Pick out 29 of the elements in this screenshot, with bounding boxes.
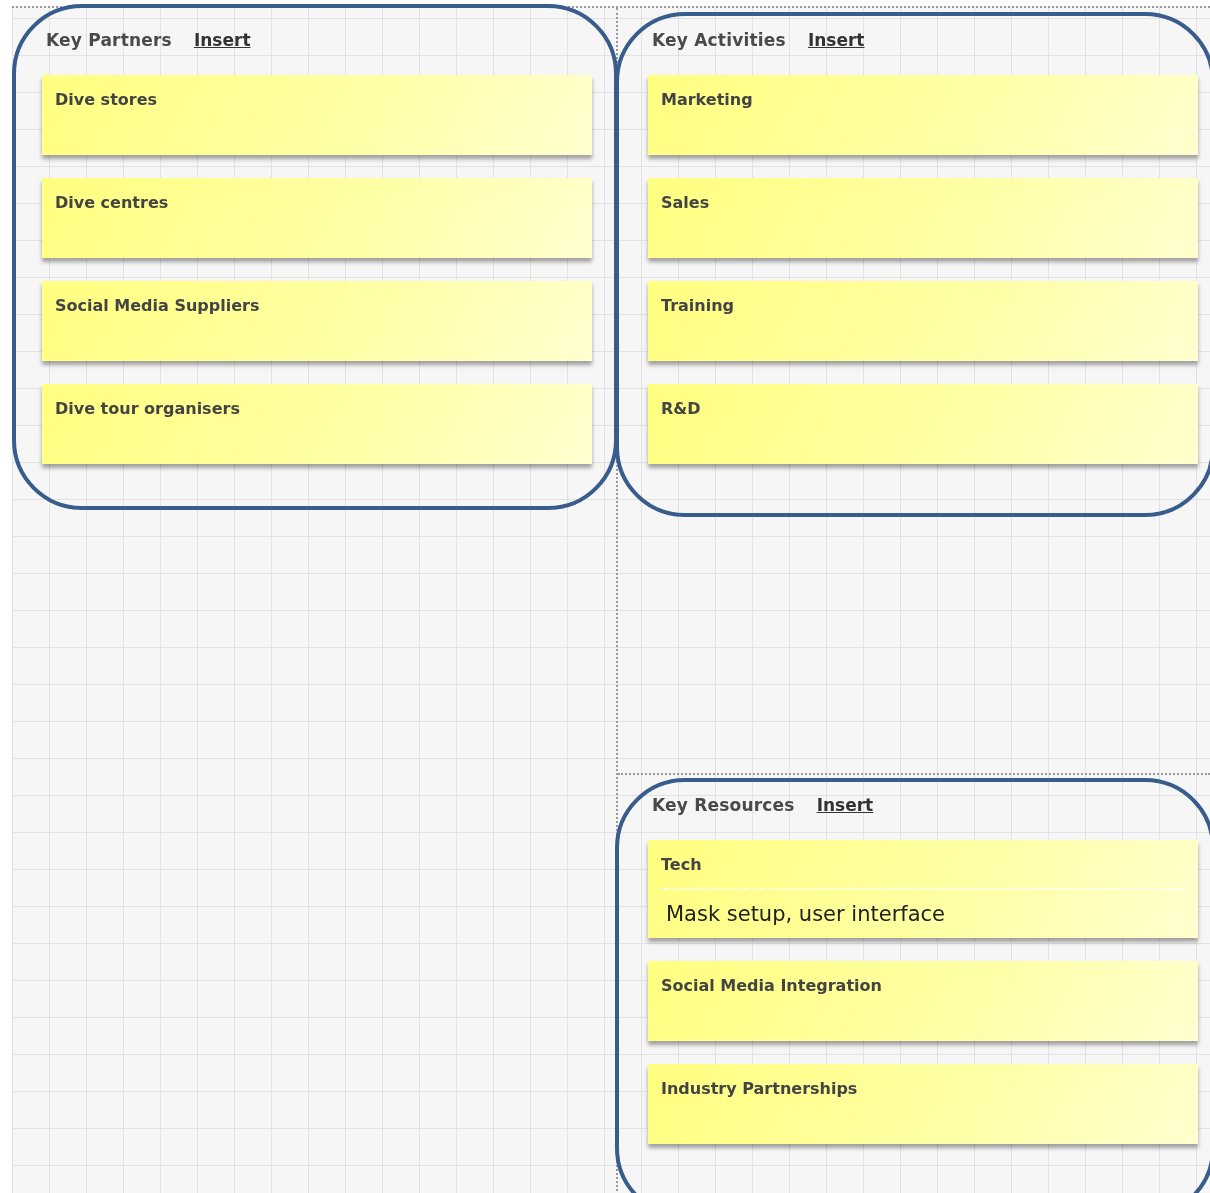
note-description: Mask setup, user interface (661, 888, 1186, 926)
note-title: Sales (661, 193, 711, 212)
note-title: Social Media Suppliers (55, 296, 261, 315)
sticky-note[interactable]: Social Media Suppliers (42, 281, 592, 361)
insert-link[interactable]: Insert (807, 30, 865, 50)
section-title: Key Resources (652, 795, 795, 815)
section-title: Key Partners (46, 30, 172, 50)
section-title: Key Activities (652, 30, 786, 50)
sticky-note[interactable]: Dive tour organisers (42, 384, 592, 464)
note-title: Dive centres (55, 193, 170, 212)
note-title: Training (661, 296, 736, 315)
note-title: Dive tour organisers (55, 399, 241, 418)
sticky-note[interactable]: Marketing (648, 75, 1198, 155)
sticky-note[interactable]: Dive centres (42, 178, 592, 258)
sticky-note[interactable]: Training (648, 281, 1198, 361)
insert-link[interactable]: Insert (193, 30, 251, 50)
sticky-note[interactable]: Industry Partnerships (648, 1064, 1198, 1144)
note-title: Dive stores (55, 90, 159, 109)
note-title: R&D (661, 399, 702, 418)
sticky-note[interactable]: Sales (648, 178, 1198, 258)
note-title: Social Media Integration (661, 976, 883, 995)
note-title: Industry Partnerships (661, 1079, 859, 1098)
note-title: Tech (661, 855, 703, 874)
sticky-note[interactable]: Tech Mask setup, user interface (648, 840, 1198, 938)
sticky-note[interactable]: Dive stores (42, 75, 592, 155)
sticky-note[interactable]: R&D (648, 384, 1198, 464)
insert-link[interactable]: Insert (816, 795, 874, 815)
note-title: Marketing (661, 90, 754, 109)
sticky-note[interactable]: Social Media Integration (648, 961, 1198, 1041)
